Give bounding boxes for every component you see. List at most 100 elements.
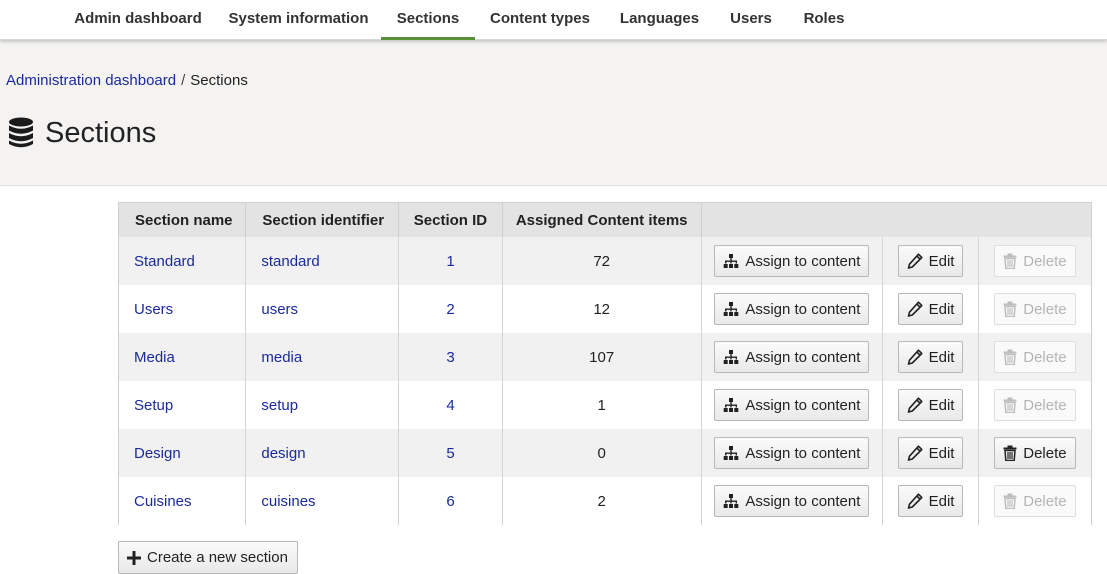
trash-icon [1003,397,1017,413]
section-id-cell: 2 [398,285,503,333]
tab-languages[interactable]: Languages [605,0,714,40]
sections-table: Section name Section identifier Section … [118,202,1092,525]
create-section-label: Create a new section [147,549,288,566]
assign-to-content-label: Assign to content [745,396,861,414]
assign-to-content-button[interactable]: Assign to content [714,485,870,517]
assign-cell: Assign to content [701,333,884,381]
section-identifier-cell: cuisines [245,477,400,525]
edit-button[interactable]: Edit [897,485,964,517]
section-name-link[interactable]: Design [134,445,181,462]
column-header-id[interactable]: Section ID [398,203,503,237]
delete-cell: Delete [978,381,1091,429]
delete-cell: Delete [978,237,1091,285]
sitemap-icon [724,397,739,412]
delete-cell: Delete [978,333,1091,381]
assigned-count-cell: 0 [502,429,702,477]
section-name-link[interactable]: Setup [134,397,173,414]
section-id-link[interactable]: 2 [446,301,454,318]
top-navigation: Admin dashboard System information Secti… [0,0,1107,40]
delete-label: Delete [1023,396,1067,414]
assign-to-content-button[interactable]: Assign to content [714,293,870,325]
section-identifier-link[interactable]: design [261,445,305,462]
section-id-link[interactable]: 3 [446,349,454,366]
tab-system-information[interactable]: System information [216,0,381,40]
section-name-link[interactable]: Users [134,301,173,318]
pencil-icon [907,253,923,269]
section-name-cell: Cuisines [119,477,247,525]
delete-label: Delete [1023,492,1067,510]
pencil-icon [907,349,923,365]
tab-users[interactable]: Users [714,0,788,40]
section-name-link[interactable]: Standard [134,253,195,270]
pencil-icon [907,445,923,461]
delete-label: Delete [1023,444,1067,462]
section-identifier-cell: media [245,333,400,381]
edit-button[interactable]: Edit [897,389,964,421]
sitemap-icon [724,445,739,460]
assign-to-content-label: Assign to content [745,300,861,318]
section-name-link[interactable]: Cuisines [134,493,192,510]
edit-button[interactable]: Edit [897,245,964,277]
table-row: Standard standard 1 72 Assign to content… [119,237,1091,285]
assign-to-content-button[interactable]: Assign to content [714,389,870,421]
edit-cell: Edit [882,333,979,381]
assign-cell: Assign to content [701,381,884,429]
tab-roles[interactable]: Roles [788,0,860,40]
section-identifier-link[interactable]: cuisines [261,493,315,510]
delete-button: Delete [994,341,1076,373]
delete-button: Delete [994,245,1076,277]
column-header-identifier[interactable]: Section identifier [245,203,400,237]
section-name-cell: Media [119,333,247,381]
column-header-name[interactable]: Section name [119,203,247,237]
edit-cell: Edit [882,477,979,525]
section-id-link[interactable]: 1 [446,253,454,270]
assign-to-content-label: Assign to content [745,492,861,510]
section-name-cell: Design [119,429,247,477]
delete-cell: Delete [978,477,1091,525]
section-id-link[interactable]: 5 [446,445,454,462]
assign-to-content-button[interactable]: Assign to content [714,341,870,373]
create-section-button[interactable]: Create a new section [118,541,298,574]
tab-content-types[interactable]: Content types [475,0,605,40]
section-identifier-cell: setup [245,381,400,429]
trash-icon [1003,253,1017,269]
section-id-cell: 4 [398,381,503,429]
assign-cell: Assign to content [701,285,884,333]
breadcrumb-separator: / [181,72,186,89]
delete-label: Delete [1023,348,1067,366]
breadcrumb-link-dashboard[interactable]: Administration dashboard [6,72,176,89]
assign-to-content-button[interactable]: Assign to content [714,437,870,469]
edit-cell: Edit [882,429,979,477]
section-name-cell: Users [119,285,247,333]
edit-button[interactable]: Edit [897,341,964,373]
delete-label: Delete [1023,300,1067,318]
section-identifier-link[interactable]: standard [261,253,319,270]
section-identifier-link[interactable]: media [261,349,302,366]
edit-cell: Edit [882,285,979,333]
tab-admin-dashboard[interactable]: Admin dashboard [60,0,216,40]
pencil-icon [907,493,923,509]
section-identifier-link[interactable]: setup [261,397,298,414]
edit-button[interactable]: Edit [897,293,964,325]
section-id-link[interactable]: 6 [446,493,454,510]
section-name-link[interactable]: Media [134,349,175,366]
section-id-cell: 5 [398,429,503,477]
delete-button[interactable]: Delete [994,437,1076,469]
delete-button: Delete [994,389,1076,421]
section-id-link[interactable]: 4 [446,397,454,414]
pencil-icon [907,301,923,317]
column-header-count[interactable]: Assigned Content items [502,203,702,237]
tab-sections[interactable]: Sections [381,0,475,40]
assigned-count-cell: 72 [502,237,702,285]
assign-to-content-button[interactable]: Assign to content [714,245,870,277]
table-row: Cuisines cuisines 6 2 Assign to content … [119,477,1091,525]
section-identifier-link[interactable]: users [261,301,298,318]
edit-button[interactable]: Edit [897,437,964,469]
assigned-count-cell: 1 [502,381,702,429]
assign-cell: Assign to content [701,429,884,477]
sitemap-icon [724,253,739,268]
column-header-actions [701,203,1091,237]
section-identifier-cell: standard [245,237,400,285]
assigned-count-cell: 2 [502,477,702,525]
edit-label: Edit [928,492,955,510]
